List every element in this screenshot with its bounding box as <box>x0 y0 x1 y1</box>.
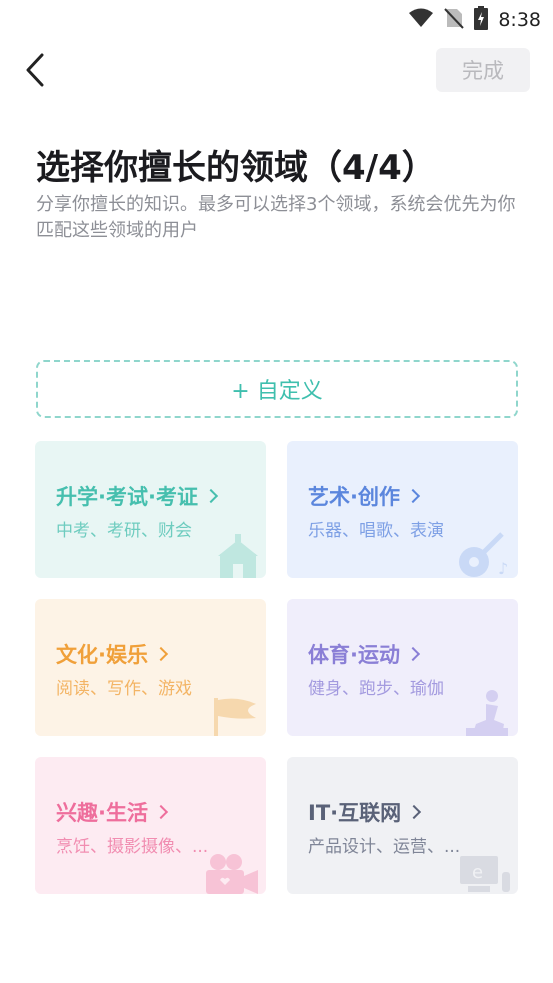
category-title-text: 文化·娱乐 <box>56 643 148 667</box>
status-icons: 8:38 <box>408 6 541 34</box>
category-title-text: IT·互联网 <box>308 801 402 825</box>
category-subtitle: 产品设计、运营、... <box>308 837 461 857</box>
category-title-text: 升学·考试·考证 <box>56 485 198 509</box>
category-title: 兴趣·生活 <box>56 797 169 827</box>
category-card-culture[interactable]: 文化·娱乐 阅读、写作、游戏 <box>35 599 266 736</box>
category-card-education[interactable]: 升学·考试·考证 中考、考研、财会 <box>35 441 266 578</box>
chevron-right-icon <box>405 646 421 662</box>
category-title: 升学·考试·考证 <box>56 481 219 511</box>
video-camera-icon <box>206 854 258 894</box>
svg-text:e: e <box>472 862 483 883</box>
category-title-text: 兴趣·生活 <box>56 801 148 825</box>
no-sim-icon <box>444 7 465 33</box>
status-time: 8:38 <box>498 9 541 31</box>
status-bar: 8:38 <box>0 0 553 38</box>
category-card-lifestyle[interactable]: 兴趣·生活 烹饪、摄影摄像、... <box>35 757 266 894</box>
school-icon <box>218 534 258 578</box>
custom-field-label: + 自定义 <box>231 379 323 404</box>
top-navigation: 完成 <box>0 44 553 96</box>
svg-text:♪: ♪ <box>498 559 508 578</box>
category-card-art[interactable]: 艺术·创作 乐器、唱歌、表演 ♪ <box>287 441 518 578</box>
fitness-icon <box>466 690 508 736</box>
guitar-icon: ♪ <box>459 532 508 578</box>
category-title: 艺术·创作 <box>308 481 421 511</box>
chevron-right-icon <box>153 804 169 820</box>
page-subtitle: 分享你擅长的知识。最多可以选择3个领域，系统会优先为你匹配这些领域的用户 <box>36 194 516 241</box>
category-title-text: 艺术·创作 <box>308 485 400 509</box>
category-title: 体育·运动 <box>308 639 421 669</box>
wifi-icon <box>408 8 434 32</box>
category-title-text: 体育·运动 <box>308 643 400 667</box>
chevron-right-icon <box>407 804 422 820</box>
done-button[interactable]: 完成 <box>436 48 530 92</box>
chevron-right-icon <box>405 488 421 504</box>
category-subtitle: 健身、跑步、瑜伽 <box>308 679 444 699</box>
category-subtitle: 阅读、写作、游戏 <box>56 679 192 699</box>
category-title: IT·互联网 <box>308 797 422 827</box>
back-button[interactable] <box>18 50 52 90</box>
category-subtitle: 烹饪、摄影摄像、... <box>56 837 209 857</box>
flag-icon <box>214 698 256 736</box>
computer-icon: e <box>460 856 510 892</box>
category-subtitle: 中考、考研、财会 <box>56 521 192 541</box>
chevron-right-icon <box>153 646 169 662</box>
category-title: 文化·娱乐 <box>56 639 169 669</box>
custom-field-button[interactable]: + 自定义 <box>36 360 518 418</box>
category-card-it[interactable]: IT·互联网 产品设计、运营、... e <box>287 757 518 894</box>
battery-charging-icon <box>474 6 489 34</box>
chevron-left-icon <box>26 53 44 87</box>
chevron-right-icon <box>203 488 219 504</box>
page-title: 选择你擅长的领域（4/4） <box>36 148 436 188</box>
category-card-sports[interactable]: 体育·运动 健身、跑步、瑜伽 <box>287 599 518 736</box>
category-subtitle: 乐器、唱歌、表演 <box>308 521 444 541</box>
